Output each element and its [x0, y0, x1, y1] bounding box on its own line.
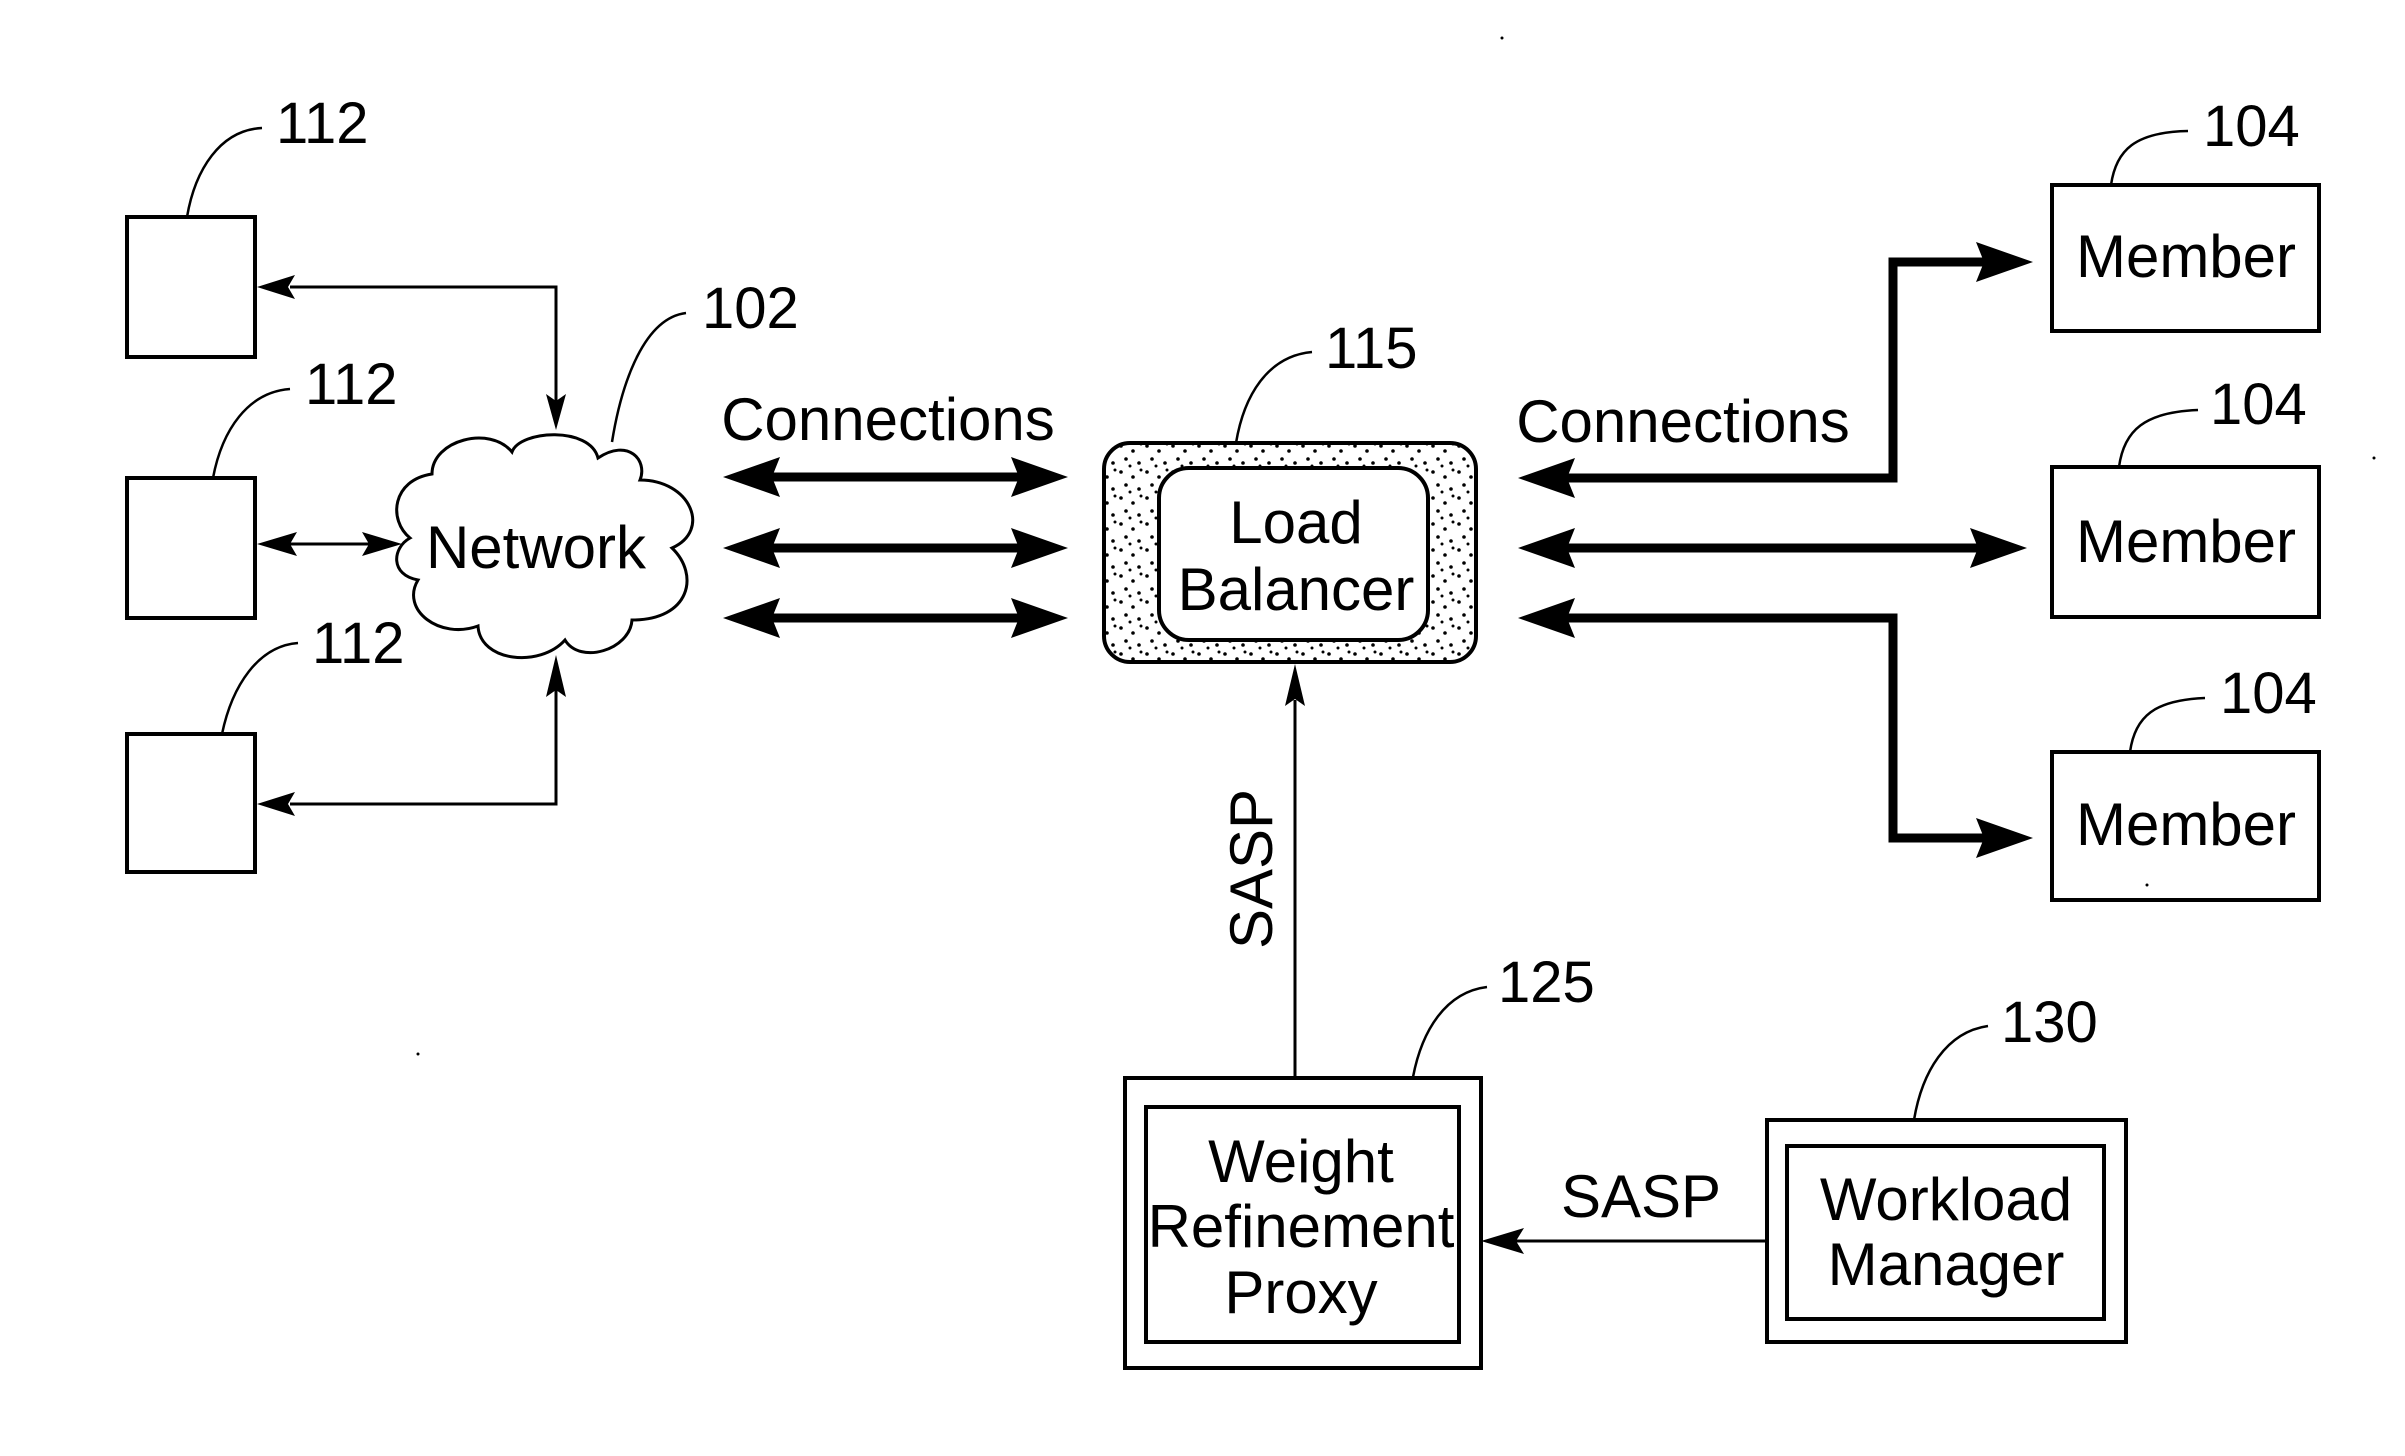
ref-leader: [2128, 696, 2206, 753]
scan-speck: [416, 1052, 420, 1056]
load-balancer-label-line2: Balancer: [1178, 556, 1415, 623]
sasp-link-to-load-balancer: SASP: [1218, 664, 1305, 1078]
client3-network-link: [257, 655, 566, 816]
client-3: 112: [125, 611, 404, 874]
ref-leader: [220, 641, 299, 735]
scan-speck: [2145, 883, 2149, 887]
ref-leader: [211, 387, 291, 479]
client-ref-label: 112: [276, 91, 368, 156]
connection-arrow-member-2: [1518, 528, 2027, 568]
wrp-ref-label: 125: [1498, 950, 1595, 1015]
network-label: Network: [426, 514, 647, 581]
wm-ref-label: 130: [2001, 990, 2098, 1055]
sasp-link-to-proxy: SASP: [1481, 1163, 1767, 1254]
client-ref-label: 112: [312, 611, 404, 676]
member-3: Member 104: [2050, 661, 2321, 902]
member-label: Member: [2076, 791, 2296, 858]
client-box: [125, 476, 257, 620]
arrowhead-left-icon: [257, 275, 295, 299]
client2-network-link: [257, 532, 402, 556]
weight-refinement-proxy: Weight Refinement Proxy 125: [1123, 950, 1595, 1370]
ref-leader: [2117, 408, 2199, 468]
member-label: Member: [2076, 223, 2296, 290]
client-box: [125, 215, 257, 359]
left-connections-label: Connections: [721, 386, 1055, 453]
client1-network-link: [257, 275, 566, 430]
load-balancer: Load Balancer 115: [1102, 316, 1478, 664]
ref-leader: [610, 311, 687, 443]
wm-label-line1: Workload: [1820, 1166, 2072, 1233]
client-2: 112: [125, 352, 397, 620]
member-label: Member: [2076, 508, 2296, 575]
sasp-vertical-label: SASP: [1218, 789, 1285, 949]
left-connection-arrows: [723, 457, 1068, 638]
ref-leader: [1234, 350, 1313, 444]
wm-label-line2: Manager: [1828, 1231, 2065, 1298]
connection-arrow-member-3: [1518, 598, 2033, 858]
connection-arrow: [723, 528, 1068, 568]
client-ref-label: 112: [305, 352, 397, 417]
ref-leader: [185, 126, 263, 218]
member-ref-label: 104: [2203, 94, 2300, 159]
client-box: [125, 732, 257, 874]
scan-speck: [1500, 36, 1504, 40]
connection-arrow: [723, 457, 1068, 497]
workload-manager: Workload Manager 130: [1765, 990, 2128, 1344]
arrowhead-up-icon: [1285, 664, 1305, 706]
load-balancer-ref-label: 115: [1325, 316, 1417, 381]
ref-leader: [1912, 1024, 1989, 1121]
right-connections-label: Connections: [1516, 388, 1850, 455]
member-1: Member 104: [2050, 94, 2321, 333]
member-ref-label: 104: [2220, 661, 2317, 726]
wrp-label-line2: Refinement: [1148, 1193, 1455, 1260]
load-balancer-architecture-diagram: 112 112 112 Network 102 Connections Load…: [125, 36, 2376, 1370]
wrp-label-line1: Weight: [1208, 1128, 1394, 1195]
arrowhead-left-icon: [257, 792, 295, 816]
sasp-horizontal-label: SASP: [1561, 1163, 1721, 1230]
client-1: 112: [125, 91, 368, 359]
load-balancer-label-line1: Load: [1229, 489, 1362, 556]
connection-arrow-member-1: [1518, 242, 2033, 498]
right-connection-arrows: [1518, 242, 2033, 858]
member-2: Member 104: [2050, 372, 2321, 619]
ref-leader: [1411, 985, 1488, 1078]
network-cloud: Network 102: [395, 276, 799, 660]
network-ref-label: 102: [702, 276, 799, 341]
wrp-label-line3: Proxy: [1224, 1259, 1377, 1326]
ref-leader: [2109, 129, 2189, 186]
scan-speck: [2372, 456, 2376, 460]
member-ref-label: 104: [2210, 372, 2307, 437]
connection-arrow: [723, 598, 1068, 638]
